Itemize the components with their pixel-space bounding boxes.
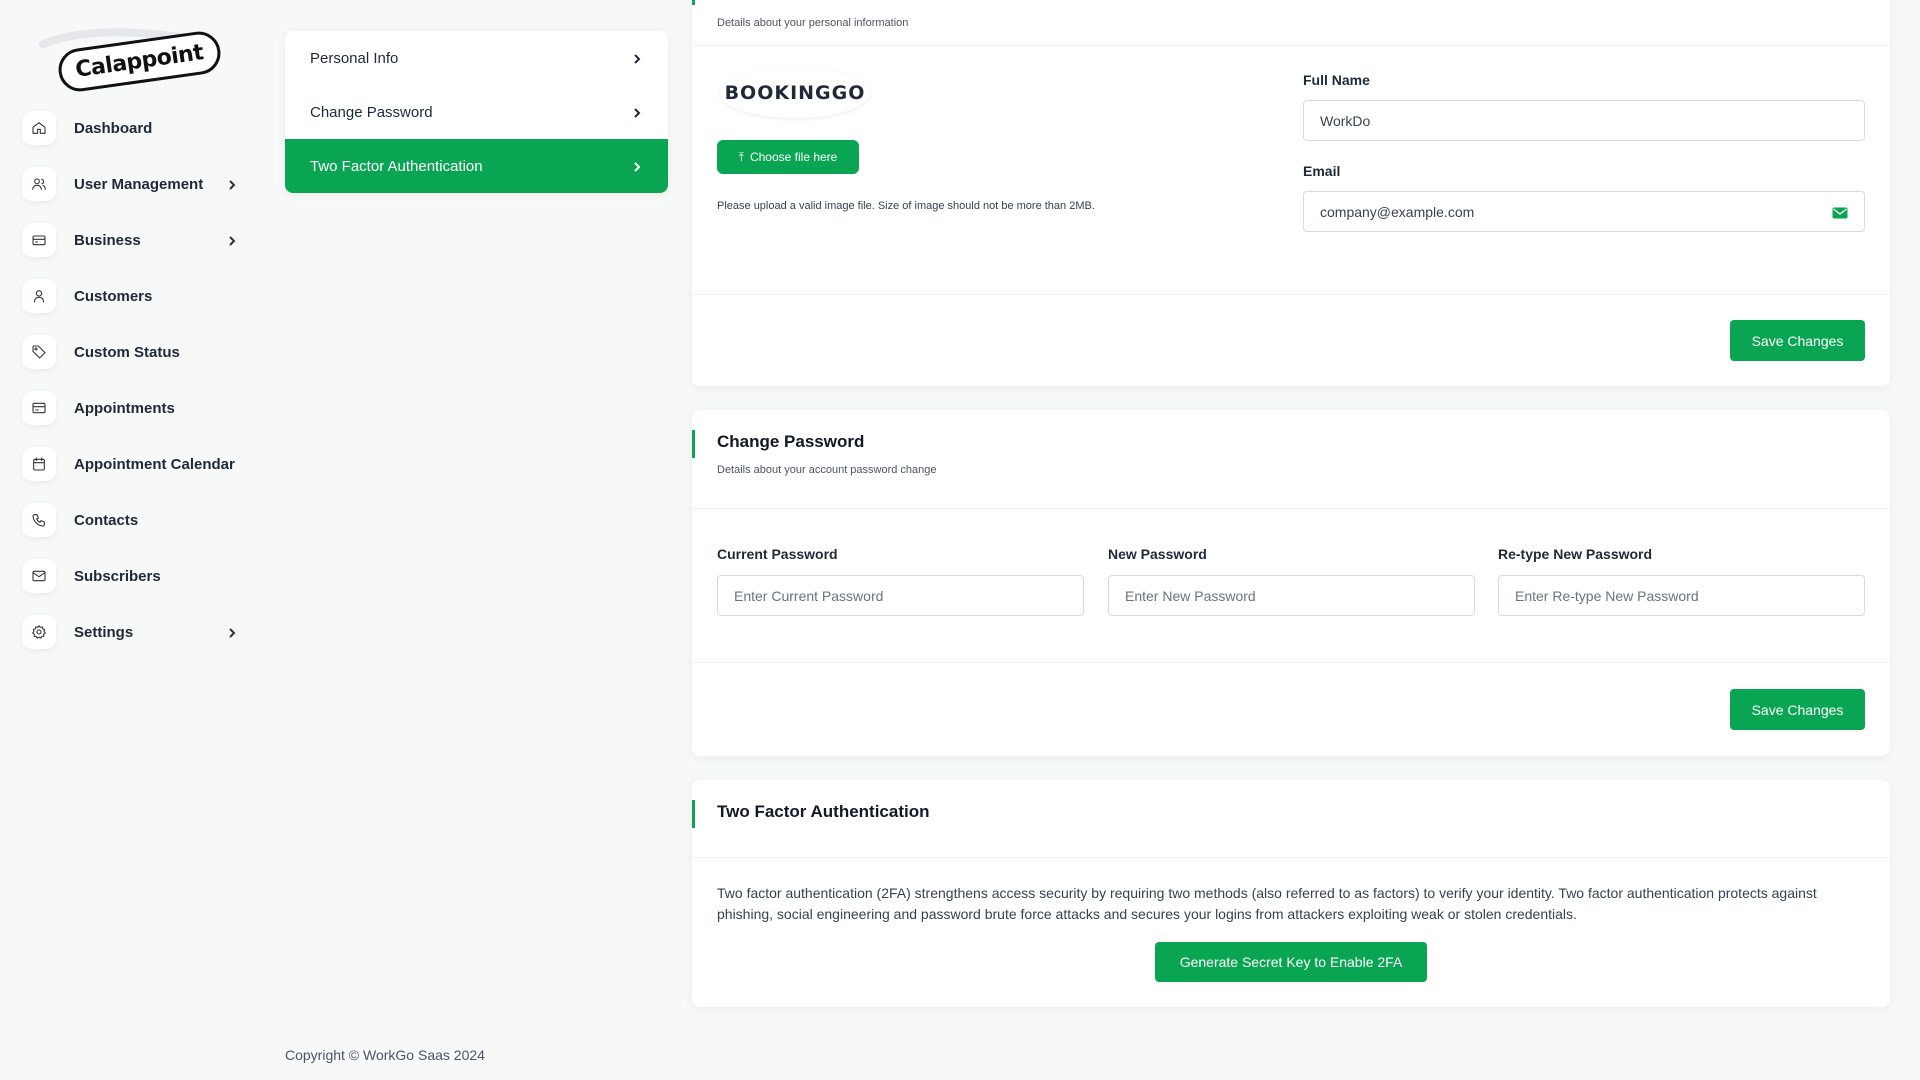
upload-hint: Please upload a valid image file. Size o… (717, 200, 1095, 212)
settings-menu: Personal Info Change Password Two Factor… (285, 31, 668, 193)
sidebar-item-label: Subscribers (74, 567, 161, 585)
tag-icon (22, 335, 56, 369)
two-factor-card: Two Factor Authentication Two factor aut… (692, 780, 1890, 1007)
users-icon (22, 167, 56, 201)
upload-icon: ⤒ (738, 149, 744, 164)
new-password-input[interactable]: Enter New Password (1108, 575, 1475, 616)
mail-icon (22, 559, 56, 593)
sidebar-item-contacts[interactable]: Contacts (22, 492, 252, 548)
email-label: Email (1303, 163, 1341, 179)
footer-copyright: Copyright © WorkGo Saas 2024 (285, 1047, 485, 1063)
sidebar-item-subscribers[interactable]: Subscribers (22, 548, 252, 604)
menu-item-two-factor-authentication[interactable]: Two Factor Authentication (285, 139, 668, 193)
sidebar-item-label: Settings (74, 623, 134, 641)
menu-item-change-password[interactable]: Change Password (285, 85, 668, 139)
sidebar-nav: Dashboard User Management Business Custo… (22, 100, 252, 660)
card-accent-bar (692, 800, 695, 828)
sidebar-item-label: Appointments (74, 399, 175, 417)
card-header: Two Factor Authentication (692, 780, 1890, 858)
gear-icon (22, 615, 56, 649)
sidebar-item-label: Business (74, 231, 141, 249)
menu-item-label: Personal Info (310, 49, 399, 67)
user-icon (22, 279, 56, 313)
card-accent-bar (692, 0, 695, 5)
calendar-icon (22, 447, 56, 481)
sidebar-item-customers[interactable]: Customers (22, 268, 252, 324)
change-password-title: Change Password (717, 432, 865, 451)
card-accent-bar (692, 430, 695, 458)
full-name-label: Full Name (1303, 72, 1370, 88)
generate-2fa-key-button[interactable]: Generate Secret Key to Enable 2FA (1155, 942, 1427, 982)
two-factor-title: Two Factor Authentication (717, 802, 930, 821)
divider (692, 294, 1890, 295)
sidebar: Calappoint Dashboard User Management Bus… (0, 0, 262, 1080)
mail-check-icon (1832, 206, 1848, 218)
new-password-label: New Password (1108, 546, 1207, 562)
sidebar-item-business[interactable]: Business (22, 212, 252, 268)
current-password-label: Current Password (717, 546, 838, 562)
save-personal-info-button[interactable]: Save Changes (1730, 320, 1865, 361)
retype-password-label: Re-type New Password (1498, 546, 1653, 562)
change-password-subtitle: Details about your account password chan… (717, 464, 937, 476)
card-header: Change Password Details about your accou… (692, 410, 1890, 509)
sidebar-item-custom-status[interactable]: Custom Status (22, 324, 252, 380)
sidebar-item-label: User Management (74, 175, 204, 193)
sidebar-item-settings[interactable]: Settings (22, 604, 252, 660)
email-input[interactable]: company@example.com (1303, 191, 1865, 232)
save-password-button[interactable]: Save Changes (1730, 689, 1865, 730)
chevron-right-icon (631, 106, 643, 118)
chevron-right-icon (226, 626, 238, 638)
company-logo-preview: BOOKINGGO (720, 68, 870, 118)
menu-item-personal-info[interactable]: Personal Info (285, 31, 668, 85)
home-icon (22, 111, 56, 145)
company-logo-text: BOOKINGGO (724, 82, 866, 104)
sidebar-item-label: Custom Status (74, 343, 180, 361)
sidebar-item-dashboard[interactable]: Dashboard (22, 100, 252, 156)
sidebar-item-appointment-calendar[interactable]: Appointment Calendar (22, 436, 252, 492)
two-factor-description: Two factor authentication (2FA) strength… (717, 885, 1817, 922)
personal-info-subtitle: Details about your personal information (717, 17, 909, 29)
sidebar-item-label: Contacts (74, 511, 139, 529)
sidebar-item-label: Dashboard (74, 119, 153, 137)
chevron-right-icon (226, 234, 238, 246)
credit-card-icon (22, 391, 56, 425)
sidebar-item-user-management[interactable]: User Management (22, 156, 252, 212)
chevron-right-icon (631, 160, 643, 172)
choose-file-button[interactable]: ⤒ Choose file here (717, 140, 859, 174)
current-password-input[interactable]: Enter Current Password (717, 575, 1084, 616)
email-value: company@example.com (1320, 203, 1475, 220)
choose-file-label: Choose file here (749, 150, 838, 164)
personal-info-card: Details about your personal information … (692, 0, 1890, 386)
menu-item-label: Change Password (310, 103, 433, 121)
briefcase-icon (22, 223, 56, 257)
sidebar-item-appointments[interactable]: Appointments (22, 380, 252, 436)
retype-password-input[interactable]: Enter Re-type New Password (1498, 575, 1865, 616)
sidebar-item-label: Customers (74, 287, 153, 305)
menu-item-label: Two Factor Authentication (310, 157, 483, 175)
phone-icon (22, 503, 56, 537)
divider (692, 662, 1890, 663)
chevron-right-icon (226, 178, 238, 190)
brand-logo[interactable]: Calappoint (38, 22, 223, 95)
full-name-input[interactable]: WorkDo (1303, 100, 1865, 141)
change-password-card: Change Password Details about your accou… (692, 410, 1890, 756)
sidebar-item-label: Appointment Calendar (74, 455, 235, 473)
chevron-right-icon (631, 52, 643, 64)
divider (692, 45, 1890, 46)
